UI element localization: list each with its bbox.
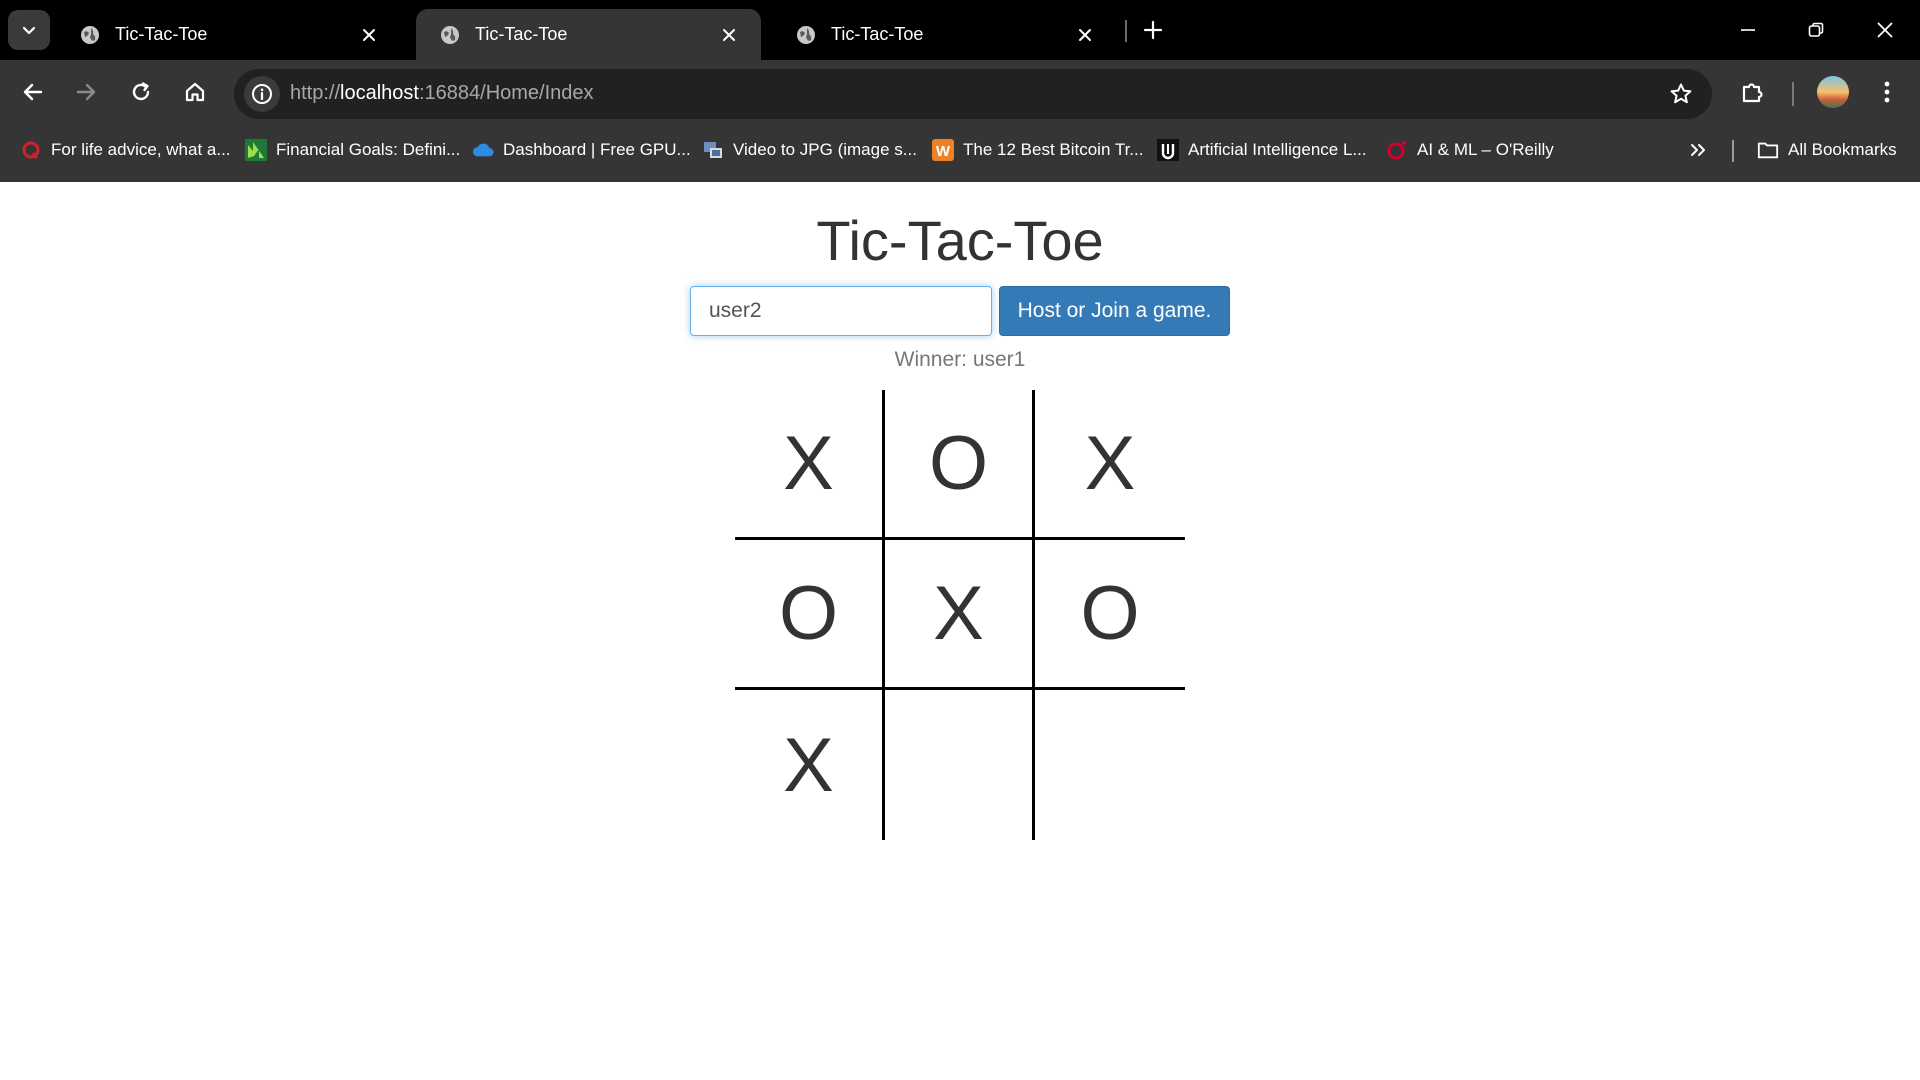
bookmark-item[interactable]: Financial Goals: Defini... (245, 136, 460, 164)
bookmark-label: Dashboard | Free GPU... (503, 140, 691, 159)
board-cell[interactable]: X (885, 540, 1035, 690)
tab-title: Tic-Tac-Toe (475, 24, 568, 44)
restore-icon (1808, 22, 1824, 37)
oreilly-icon (1386, 139, 1408, 161)
bookmark-item[interactable]: Video to JPG (image s... (702, 136, 917, 164)
close-icon[interactable] (717, 23, 741, 47)
u-icon (1157, 139, 1179, 161)
toolbar-divider (1792, 82, 1794, 106)
close-icon (1877, 22, 1893, 38)
board-cell[interactable]: O (1035, 540, 1185, 690)
board-cell[interactable] (1035, 690, 1185, 840)
board-cell[interactable]: O (735, 540, 885, 690)
page-content: Tic-Tac-Toe Host or Join a game. Winner:… (0, 182, 1920, 1080)
extensions-button[interactable] (1733, 72, 1773, 112)
bookmark-label: For life advice, what a... (51, 140, 231, 159)
reload-icon (132, 82, 150, 101)
host-join-button[interactable]: Host or Join a game. (999, 286, 1230, 336)
investopedia-icon (245, 139, 267, 161)
address-bar[interactable]: http://localhost:16884/Home/Index (234, 69, 1712, 119)
close-icon[interactable] (1073, 23, 1097, 47)
board-cell[interactable]: X (735, 690, 885, 840)
bookmark-star-button[interactable] (1668, 81, 1694, 107)
board-cell[interactable]: X (1035, 390, 1185, 540)
double-chevron-right-icon (1691, 144, 1705, 156)
board-cell[interactable]: X (735, 390, 885, 540)
site-info-button[interactable] (244, 76, 280, 112)
home-button[interactable] (175, 72, 215, 112)
tab-title: Tic-Tac-Toe (115, 24, 208, 44)
board-cell[interactable] (885, 690, 1035, 840)
tab-search-button[interactable] (8, 10, 50, 50)
bookmark-label: AI & ML – O'Reilly (1417, 140, 1554, 159)
svg-text:W: W (936, 143, 951, 160)
board-cell[interactable]: O (885, 390, 1035, 540)
bookmarks-divider (1732, 140, 1734, 162)
all-bookmarks-button[interactable]: All Bookmarks (1757, 136, 1897, 164)
url-text[interactable]: http://localhost:16884/Home/Index (290, 82, 594, 105)
bookmark-item[interactable]: Dashboard | Free GPU... (472, 136, 691, 164)
plus-icon (1143, 20, 1163, 40)
tab-separator (1125, 20, 1127, 42)
arrow-left-icon (23, 83, 43, 101)
w-icon: W (932, 139, 954, 161)
bookmark-item[interactable]: AI & ML – O'Reilly (1386, 136, 1554, 164)
bookmark-item[interactable]: Artificial Intelligence L... (1157, 136, 1367, 164)
profile-avatar[interactable] (1817, 76, 1849, 108)
new-tab-button[interactable] (1138, 15, 1168, 45)
bookmark-item[interactable]: W The 12 Best Bitcoin Tr... (932, 136, 1143, 164)
minimize-button[interactable] (1725, 12, 1771, 48)
tab-1[interactable]: Tic-Tac-Toe (56, 9, 401, 60)
url-path: :16884/Home/Index (418, 82, 594, 104)
forward-button[interactable] (66, 72, 106, 112)
star-icon (1670, 83, 1692, 104)
bookmark-label: Financial Goals: Defini... (276, 140, 461, 159)
tab-3[interactable]: Tic-Tac-Toe (772, 9, 1117, 60)
converter-icon (702, 139, 724, 161)
menu-button[interactable] (1867, 72, 1907, 112)
url-scheme: http:// (290, 82, 341, 104)
bookmark-item[interactable]: For life advice, what a... (20, 136, 231, 164)
player-name-input[interactable] (690, 286, 992, 336)
chevron-down-icon (22, 26, 36, 35)
folder-icon (1757, 139, 1779, 161)
info-icon (252, 84, 272, 104)
quora-icon (20, 139, 42, 161)
tab-title: Tic-Tac-Toe (831, 24, 924, 44)
puzzle-icon (1742, 83, 1763, 103)
minimize-icon (1741, 29, 1755, 31)
all-bookmarks-label: All Bookmarks (1788, 140, 1897, 159)
more-vertical-icon (1884, 81, 1890, 103)
bookmark-label: Artificial Intelligence L... (1188, 140, 1367, 159)
bookmark-label: Video to JPG (image s... (733, 140, 917, 159)
arrow-right-icon (76, 83, 96, 101)
restore-button[interactable] (1793, 12, 1839, 48)
url-host: localhost (340, 82, 419, 104)
browser-toolbar: http://localhost:16884/Home/Index For li… (0, 60, 1920, 188)
tab-2[interactable]: Tic-Tac-Toe (416, 9, 761, 60)
tab-strip: Tic-Tac-Toe Tic-Tac-Toe Tic-Tac-Toe (0, 0, 1920, 60)
game-status: Winner: user1 (894, 348, 1026, 371)
home-icon (185, 82, 205, 102)
globe-icon (795, 24, 817, 46)
bookmark-label: The 12 Best Bitcoin Tr... (963, 140, 1144, 159)
globe-icon (439, 24, 461, 46)
game-board: X O X O X O X (735, 390, 1185, 840)
page-title: Tic-Tac-Toe (816, 209, 1104, 272)
bookmarks-bar: For life advice, what a... Financial Goa… (0, 130, 1920, 170)
globe-icon (79, 24, 101, 46)
bookmarks-overflow-button[interactable] (1684, 138, 1712, 162)
close-window-button[interactable] (1862, 12, 1908, 48)
back-button[interactable] (13, 72, 53, 112)
cloud-icon (472, 139, 494, 161)
close-icon[interactable] (357, 23, 381, 47)
reload-button[interactable] (121, 72, 161, 112)
